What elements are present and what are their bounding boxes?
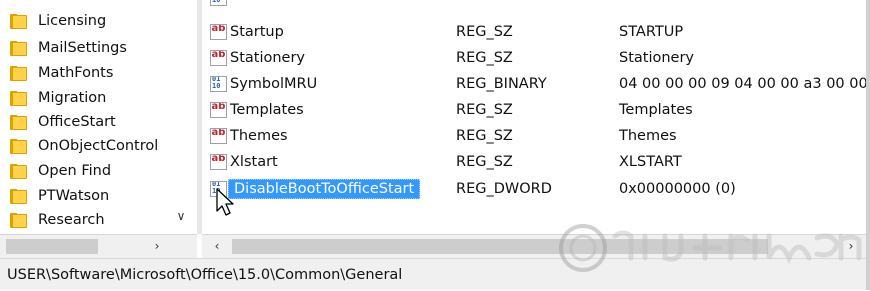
value-name: SymbolMRU xyxy=(230,76,318,92)
value-name: Themes xyxy=(230,128,288,144)
value-data: 0x00000000 (0) xyxy=(619,181,736,197)
binary-value-icon xyxy=(210,76,227,92)
value-type: REG_SZ xyxy=(456,24,513,40)
tree-item-label: PTWatson xyxy=(38,188,110,204)
tree-item-migration[interactable]: Migration xyxy=(10,86,106,110)
scrollbar-thumb[interactable] xyxy=(6,239,98,254)
value-name: Startup xyxy=(230,24,284,40)
list-item[interactable]: Themes REG_SZ Themes xyxy=(202,124,868,148)
tree-item-mailsettings[interactable]: MailSettings xyxy=(10,36,127,60)
list-item[interactable]: Templates REG_SZ Templates xyxy=(202,98,868,122)
list-item[interactable]: SymbolMRU REG_BINARY 04 00 00 00 09 04 0… xyxy=(202,72,868,96)
string-value-icon xyxy=(210,24,227,40)
tree-horizontal-scrollbar[interactable]: › xyxy=(0,234,197,258)
value-data: Stationery xyxy=(619,50,695,66)
tree-item-mathfonts[interactable]: MathFonts xyxy=(10,61,113,85)
tree-item-label: MathFonts xyxy=(38,65,114,81)
folder-icon xyxy=(10,138,27,154)
key-tree-pane[interactable]: Licensing MailSettings MathFonts Migrati… xyxy=(0,0,197,234)
value-data: 04 00 00 00 09 04 00 00 a3 00 00 00 xyxy=(619,76,868,92)
value-name: Templates xyxy=(230,102,304,118)
value-name-editing[interactable]: DisableBootToOfficeStart xyxy=(228,179,421,199)
string-value-icon xyxy=(210,128,227,144)
tree-item-officestart[interactable]: OfficeStart xyxy=(10,110,116,134)
value-type: REG_SZ xyxy=(456,102,513,118)
list-item[interactable]: Xlstart REG_SZ XLSTART xyxy=(202,150,868,174)
value-type: REG_BINARY xyxy=(456,76,547,92)
folder-icon xyxy=(10,188,27,204)
string-value-icon xyxy=(210,102,227,118)
folder-icon xyxy=(10,212,27,228)
tree-item-onobjectcontrol[interactable]: OnObjectControl xyxy=(10,134,158,158)
tree-item-label: Migration xyxy=(38,90,107,106)
list-item-partial xyxy=(202,0,868,10)
folder-icon xyxy=(10,90,27,106)
chevron-down-icon[interactable]: ∨ xyxy=(171,206,191,226)
folder-icon xyxy=(10,65,27,81)
tree-item-ptwatson[interactable]: PTWatson xyxy=(10,184,109,208)
tree-item-label: OnObjectControl xyxy=(38,138,159,154)
watermark-logo xyxy=(559,224,862,272)
folder-icon xyxy=(10,40,27,56)
registry-path: USER\Software\Microsoft\Office\15.0\Comm… xyxy=(7,267,403,283)
value-name: Xlstart xyxy=(230,154,278,170)
folder-icon xyxy=(10,114,27,130)
value-data: Themes xyxy=(619,128,677,144)
value-type: REG_SZ xyxy=(456,154,513,170)
tree-item-label: Research xyxy=(38,212,105,228)
tree-item-label: MailSettings xyxy=(38,40,127,56)
value-name: Stationery xyxy=(230,50,306,66)
tree-item-label: Licensing xyxy=(38,13,107,29)
list-item-selected[interactable]: DisableBootToOfficeStart REG_DWORD 0x000… xyxy=(202,177,868,201)
string-value-icon xyxy=(210,50,227,66)
value-data: STARTUP xyxy=(619,24,684,40)
folder-icon xyxy=(10,13,27,29)
tree-item-label: OfficeStart xyxy=(38,114,116,130)
list-item[interactable]: Startup REG_SZ STARTUP xyxy=(202,20,868,44)
tree-item-research[interactable]: Research xyxy=(10,208,105,232)
window-border xyxy=(866,0,870,290)
tree-item-licensing[interactable]: Licensing xyxy=(10,9,106,33)
chevron-left-icon[interactable]: ‹ xyxy=(208,237,226,255)
value-type: REG_SZ xyxy=(456,50,513,66)
mouse-pointer-icon xyxy=(216,188,234,216)
folder-icon xyxy=(10,163,27,179)
value-type: REG_SZ xyxy=(456,128,513,144)
value-type: REG_DWORD xyxy=(456,181,552,197)
registry-editor-window: Licensing MailSettings MathFonts Migrati… xyxy=(0,0,870,290)
chevron-right-icon[interactable]: › xyxy=(148,237,166,255)
value-data: XLSTART xyxy=(619,154,682,170)
tree-item-open-find[interactable]: Open Find xyxy=(10,159,111,183)
value-data: Templates xyxy=(619,102,693,118)
values-list-pane[interactable]: Startup REG_SZ STARTUP Stationery REG_SZ… xyxy=(202,0,868,234)
binary-value-icon xyxy=(210,0,227,6)
string-value-icon xyxy=(210,154,227,170)
list-item[interactable]: Stationery REG_SZ Stationery xyxy=(202,46,868,70)
tree-item-label: Open Find xyxy=(38,163,112,179)
